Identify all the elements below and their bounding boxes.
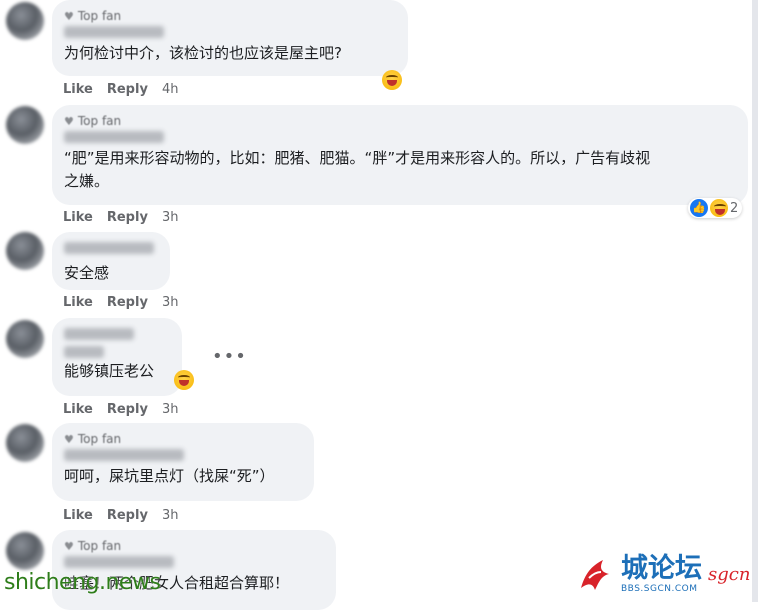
- avatar[interactable]: [6, 232, 44, 270]
- like-reaction-icon: 👍: [690, 199, 708, 217]
- comment-bubble: 能够镇压老公: [52, 318, 182, 396]
- commenter-name-redacted[interactable]: [64, 26, 164, 38]
- comment-text: “肥”是用来形容动物的，比如：肥猪、肥猫。“胖”才是用来形容人的。所以，广告有歧…: [64, 149, 651, 190]
- comment-bubble: ♥ Top fan “肥”是用来形容动物的，比如：肥猪、肥猫。“胖”才是用来形容…: [52, 105, 748, 205]
- commenter-name-redacted: [64, 346, 104, 358]
- comment-timestamp[interactable]: 3h: [162, 295, 179, 310]
- comment-text: 能够镇压老公: [64, 362, 155, 380]
- top-fan-badge-icon: ♥: [64, 9, 74, 23]
- comment-text: 安全感: [64, 264, 110, 282]
- lion-logo-icon: [581, 560, 609, 590]
- window-edge: [752, 0, 758, 602]
- reply-button[interactable]: Reply: [107, 402, 148, 417]
- reply-button[interactable]: Reply: [107, 508, 148, 523]
- top-fan-badge-icon: ♥: [64, 114, 74, 128]
- like-button[interactable]: Like: [63, 210, 93, 225]
- commenter-name-redacted[interactable]: [64, 131, 164, 143]
- watermark-logo-red: sgcn: [708, 563, 751, 585]
- commenter-name-redacted[interactable]: [64, 556, 174, 568]
- top-fan-badge: ♥ Top fan: [64, 113, 736, 129]
- comment-text: 为何检讨中介，该检讨的也应该是屋主吧?: [64, 44, 342, 62]
- commenter-name-redacted[interactable]: [64, 449, 184, 461]
- like-button[interactable]: Like: [63, 295, 93, 310]
- comment-timestamp[interactable]: 4h: [162, 82, 179, 97]
- badge-label: Top fan: [77, 9, 122, 23]
- sgcn-watermark-logo: 城论坛 BBS.SGCN.COM sgcn: [575, 554, 750, 594]
- commenter-name-redacted[interactable]: [64, 242, 154, 254]
- comment-actions: Like Reply 3h: [63, 402, 178, 417]
- reply-button[interactable]: Reply: [107, 210, 148, 225]
- like-button[interactable]: Like: [63, 82, 93, 97]
- reply-button[interactable]: Reply: [107, 295, 148, 310]
- comment-actions: Like Reply 3h: [63, 210, 178, 225]
- comment-bubble: ♥ Top fan 为何检讨中介，该检讨的也应该是屋主吧?: [52, 0, 408, 76]
- avatar[interactable]: [6, 532, 44, 570]
- top-fan-badge-icon: ♥: [64, 539, 74, 553]
- like-button[interactable]: Like: [63, 508, 93, 523]
- top-fan-badge: ♥ Top fan: [64, 8, 396, 24]
- watermark-shicheng: shicheng.news: [4, 570, 161, 595]
- comment-timestamp[interactable]: 3h: [162, 402, 179, 417]
- comment-timestamp[interactable]: 3h: [162, 508, 179, 523]
- comment-bubble: ♥ Top fan 呵呵，屎坑里点灯（找屎“死”）: [52, 423, 314, 501]
- haha-reaction-icon: [710, 199, 728, 217]
- comment-text: 呵呵，屎坑里点灯（找屎“死”）: [64, 467, 275, 485]
- reaction-count: 2: [730, 200, 739, 216]
- avatar[interactable]: [6, 320, 44, 358]
- reply-button[interactable]: Reply: [107, 82, 148, 97]
- badge-label: Top fan: [77, 114, 122, 128]
- avatar[interactable]: [6, 2, 44, 40]
- comment-actions: Like Reply 3h: [63, 508, 178, 523]
- avatar[interactable]: [6, 106, 44, 144]
- comment-bubble: 安全感: [52, 232, 170, 290]
- comment-actions: Like Reply 4h: [63, 82, 178, 97]
- reaction-summary[interactable]: 👍 2: [688, 198, 743, 218]
- top-fan-badge: ♥ Top fan: [64, 538, 324, 554]
- watermark-logo-sub: BBS.SGCN.COM: [621, 584, 698, 594]
- haha-emoji-icon: [382, 70, 402, 90]
- badge-label: Top fan: [77, 432, 122, 446]
- more-horizontal-icon[interactable]: •••: [212, 346, 247, 367]
- top-fan-badge: ♥ Top fan: [64, 431, 302, 447]
- commenter-name-redacted[interactable]: [64, 328, 134, 340]
- badge-label: Top fan: [77, 539, 122, 553]
- comment-timestamp[interactable]: 3h: [162, 210, 179, 225]
- avatar[interactable]: [6, 424, 44, 462]
- watermark-logo-cn: 城论坛: [621, 553, 702, 584]
- haha-emoji-icon: [174, 370, 194, 390]
- like-button[interactable]: Like: [63, 402, 93, 417]
- comment-actions: Like Reply 3h: [63, 295, 178, 310]
- top-fan-badge-icon: ♥: [64, 432, 74, 446]
